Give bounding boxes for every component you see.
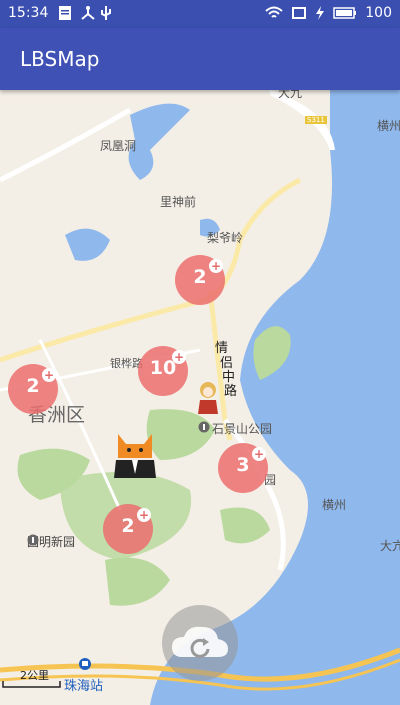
label-qinglv-4: 路 [224,384,238,399]
share-icon [81,6,95,20]
usb-icon [101,6,111,20]
park-pin-icon [27,534,39,546]
label-shijingshan-park: 石景山公园 [212,422,273,436]
plus-icon: + [42,368,56,382]
charging-icon [316,6,325,20]
status-time: 15:34 [8,5,49,21]
cluster-marker-north[interactable]: 2 + [175,255,225,305]
cat-location-marker[interactable] [110,430,160,480]
label-zhuhai-station: 珠海站 [64,679,104,694]
app-title: LBSMap [20,47,100,71]
plus-icon: + [209,259,223,273]
battery-level: 100 [365,5,392,21]
refresh-button[interactable] [162,605,238,681]
cloud-refresh-icon [172,626,228,658]
plus-icon: + [252,447,266,461]
notification-doc-icon [59,6,71,20]
label-hengzhou-top: 横州 [377,119,400,133]
cluster-marker-center[interactable]: 10 + [138,346,188,396]
status-bar: 15:34 100 [0,0,400,28]
label-fenghuang: 凤凰洞 [100,139,137,153]
wifi-icon [265,6,283,18]
app-bar: LBSMap [0,28,400,90]
battery-icon [333,7,357,19]
cluster-marker-south[interactable]: 2 + [103,504,153,554]
label-dongao: 大九 [278,90,303,100]
label-liyeling: 梨爷岭 [207,231,244,245]
park-pin-icon [198,421,210,433]
label-hengzhou: 横州 [322,498,347,512]
plus-icon: + [137,508,151,522]
cast-icon [292,7,307,19]
train-station-icon [79,658,91,670]
label-dadao: 大亢 [380,539,400,553]
road-badge-s311: S311 [305,116,327,124]
girl-location-marker[interactable] [195,380,221,416]
cluster-marker-east[interactable]: 3 + [218,443,268,493]
cluster-marker-west[interactable]: 2 + [8,364,58,414]
map-view[interactable]: S311 凤凰洞 里神前 梨爷岭 银桦路 香洲区 情 侣 中 路 石景山公园 横… [0,90,400,705]
scale-bar [2,681,61,688]
label-lishen: 里神前 [160,195,197,209]
plus-icon: + [172,350,186,364]
